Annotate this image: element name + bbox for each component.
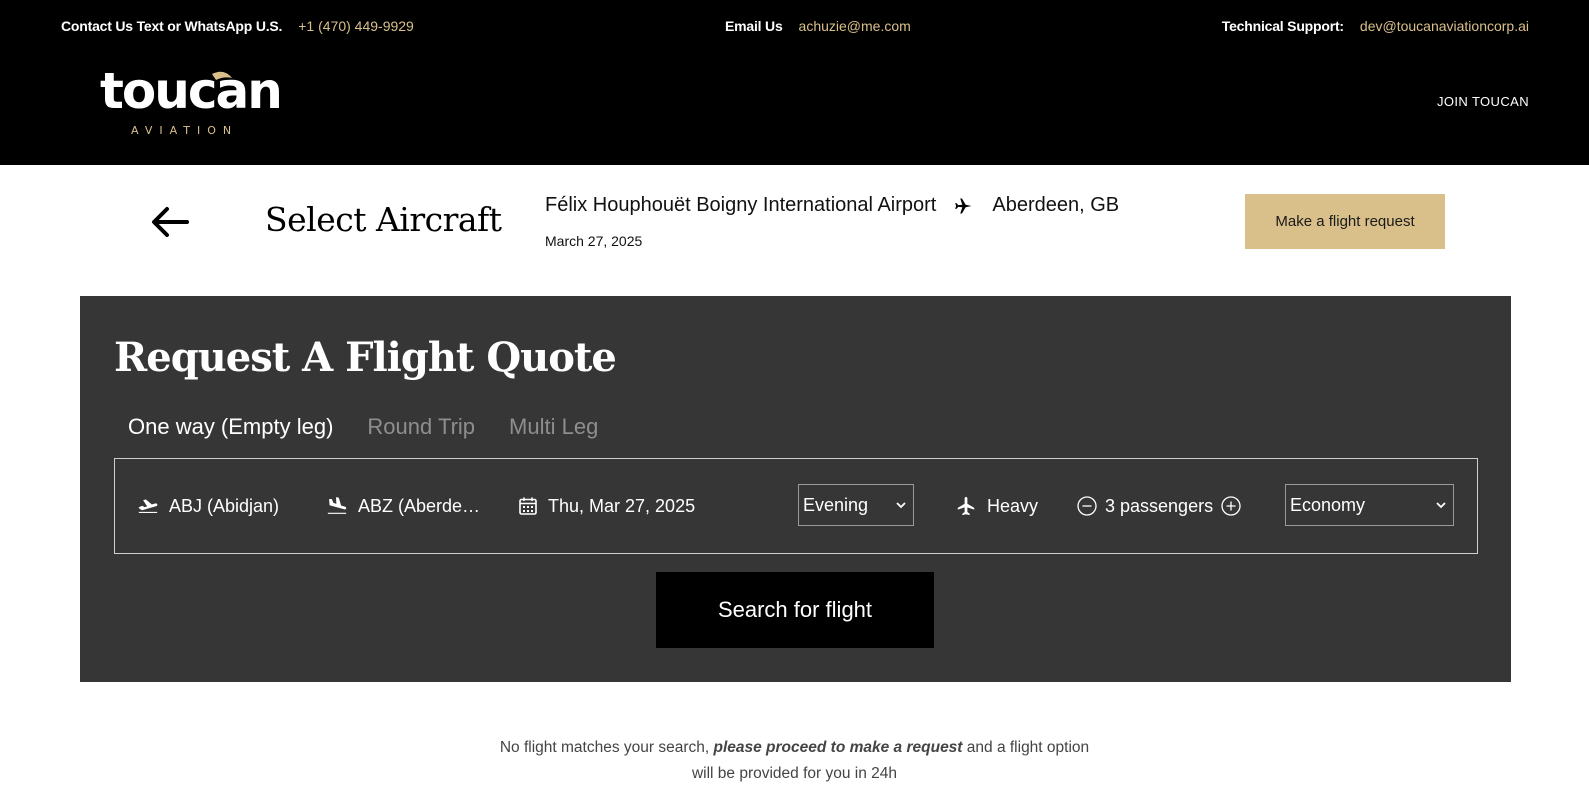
time-of-day-value: Evening <box>803 494 869 515</box>
cabin-class-value: Economy <box>1290 494 1366 515</box>
passenger-count: 3 passengers <box>1105 495 1214 516</box>
contact-phone-link[interactable]: +1 (470) 449-9929 <box>298 18 414 34</box>
email-label: Email Us <box>725 18 783 34</box>
trip-type-tabs: One way (Empty leg) Round Trip Multi Leg <box>128 414 598 440</box>
chevron-down-icon <box>896 502 906 509</box>
notice-text-after: and a flight option <box>962 739 1090 756</box>
toucan-aviation-logo[interactable]: toucan AVIATION <box>100 62 282 142</box>
plus-circle-icon[interactable] <box>1221 496 1241 516</box>
arrival-field[interactable]: ABZ (Aberdeen) <box>326 459 488 553</box>
back-arrow-icon[interactable] <box>150 205 190 239</box>
contact-label: Contact Us Text or WhatsApp U.S. <box>61 18 283 34</box>
aircraft-size-field[interactable]: Heavy <box>955 459 1038 553</box>
notice-emphasis: please proceed to make a request <box>713 739 963 756</box>
contact-phone-group: Contact Us Text or WhatsApp U.S. +1 (470… <box>61 18 414 34</box>
route-summary: Félix Houphouët Boigny International Air… <box>545 194 1119 217</box>
departure-value: ABJ (Abidjan) <box>169 495 280 516</box>
support-email-link[interactable]: dev@toucanaviationcorp.ai <box>1360 18 1529 34</box>
aircraft-size-value: Heavy <box>987 495 1039 516</box>
date-value: Thu, Mar 27, 2025 <box>548 495 696 516</box>
make-flight-request-button[interactable]: Make a flight request <box>1245 194 1445 249</box>
passenger-stepper: 3 passengers <box>1077 459 1241 553</box>
tab-round-trip[interactable]: Round Trip <box>367 414 475 440</box>
site-header: Contact Us Text or WhatsApp U.S. +1 (470… <box>0 0 1589 165</box>
tab-multi-leg[interactable]: Multi Leg <box>509 414 598 440</box>
cabin-class-select[interactable]: Economy <box>1285 484 1454 526</box>
route-destination: Aberdeen, GB <box>992 194 1120 216</box>
join-toucan-link[interactable]: JOIN TOUCAN <box>1437 94 1529 109</box>
page-title: Select Aircraft <box>265 200 502 239</box>
top-contact-bar: Contact Us Text or WhatsApp U.S. +1 (470… <box>0 0 1589 52</box>
route-origin: Félix Houphouët Boigny International Air… <box>545 194 937 216</box>
search-for-flight-button[interactable]: Search for flight <box>656 572 934 648</box>
support-group: Technical Support: dev@toucanaviationcor… <box>1222 18 1529 34</box>
calendar-icon <box>519 497 537 515</box>
search-form: ABJ (Abidjan) ABZ (Aberdeen) Thu, Mar 27… <box>114 458 1478 554</box>
date-field[interactable]: Thu, Mar 27, 2025 <box>518 459 695 553</box>
flight-quote-panel: Request A Flight Quote One way (Empty le… <box>80 296 1511 682</box>
notice-line-2: will be provided for you in 24h <box>691 765 898 782</box>
no-results-notice: No flight matches your search, please pr… <box>0 735 1589 787</box>
departure-field[interactable]: ABJ (Abidjan) <box>137 459 279 553</box>
email-group: Email Us achuzie@me.com <box>725 18 911 34</box>
quote-title: Request A Flight Quote <box>114 334 617 381</box>
chevron-down-icon <box>1436 502 1446 509</box>
tab-one-way[interactable]: One way (Empty leg) <box>128 414 333 440</box>
route-date: March 27, 2025 <box>545 233 643 249</box>
arrival-value: ABZ (Aberdeen) <box>358 495 488 516</box>
notice-text-before: No flight matches your search, <box>499 739 714 756</box>
email-link[interactable]: achuzie@me.com <box>799 18 911 34</box>
landing-icon <box>327 497 347 514</box>
takeoff-icon <box>138 499 158 513</box>
time-of-day-select[interactable]: Evening <box>798 484 914 526</box>
plane-icon <box>955 198 972 213</box>
logo-subtitle: AVIATION <box>131 124 238 137</box>
minus-circle-icon[interactable] <box>1077 496 1097 516</box>
support-label: Technical Support: <box>1221 18 1344 34</box>
logo-wordmark: toucan <box>100 62 281 120</box>
airplane-icon <box>957 496 975 516</box>
